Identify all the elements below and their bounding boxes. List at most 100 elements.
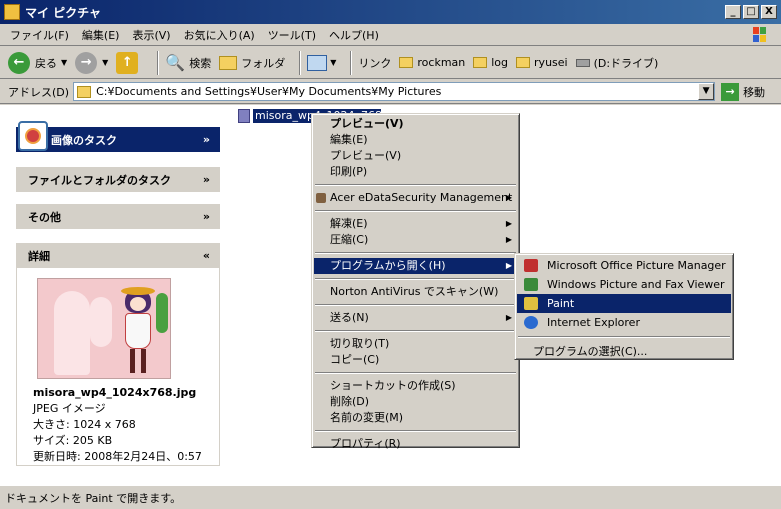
address-dropdown-button[interactable]: ▼ — [698, 83, 715, 100]
menu-help[interactable]: ヘルプ(H) — [329, 27, 379, 43]
link-ryusei[interactable]: ryusei — [516, 56, 568, 69]
search-button[interactable]: 🔍 検索 — [165, 53, 211, 72]
menu-separator — [315, 210, 516, 212]
menu-item-cut[interactable]: 切り取り(T) — [314, 336, 517, 352]
chevron-down-icon: ▼ — [61, 58, 68, 67]
toolbar-separator — [157, 50, 160, 75]
drive-icon — [575, 58, 590, 67]
paint-icon — [524, 297, 538, 310]
forward-arrow-icon: → — [75, 51, 98, 74]
menu-item-copy[interactable]: コピー(C) — [314, 352, 517, 368]
submenu-arrow-icon: ▶ — [505, 193, 512, 202]
folders-button[interactable]: フォルダ — [219, 55, 285, 71]
menu-view[interactable]: 表示(V) — [132, 27, 170, 43]
submenu-arrow-icon: ▶ — [505, 235, 512, 244]
submenu-item-choose-program[interactable]: プログラムの選択(C)... — [517, 342, 731, 361]
menu-item-create-shortcut[interactable]: ショートカットの作成(S) — [314, 378, 517, 394]
picture-manager-icon — [524, 259, 538, 272]
menu-separator — [315, 304, 516, 306]
go-arrow-icon: → — [721, 82, 740, 101]
menu-separator — [315, 372, 516, 374]
folder-icon — [219, 55, 238, 70]
menu-file[interactable]: ファイル(F) — [10, 27, 69, 43]
submenu-item-paint[interactable]: Paint — [517, 294, 731, 313]
menu-item-rename[interactable]: 名前の変更(M) — [314, 410, 517, 426]
menu-item-open-with[interactable]: プログラムから開く(H) ▶ — [314, 258, 517, 274]
status-bar: ドキュメントを Paint で開きます。 — [0, 485, 781, 509]
address-input[interactable]: C:¥Documents and Settings¥User¥My Docume… — [73, 82, 716, 101]
menu-item-properties[interactable]: プロパティ(R) — [314, 436, 517, 452]
status-text: ドキュメントを Paint で開きます。 — [5, 491, 182, 505]
minimize-button[interactable]: _ — [725, 5, 741, 19]
menu-item-extract[interactable]: 解凍(E) ▶ — [314, 216, 517, 232]
chevron-down-icon: ▼ — [330, 58, 337, 67]
details-modified: 更新日時: 2008年2月24日、0:57 — [33, 450, 202, 463]
forward-button[interactable]: → ▼ — [75, 51, 109, 74]
acer-security-icon — [316, 193, 326, 203]
menu-item-send-to[interactable]: 送る(N) ▶ — [314, 310, 517, 326]
views-button[interactable]: ▼ — [307, 54, 337, 71]
folder-icon — [399, 57, 414, 68]
chevron-down-icon: ▼ — [102, 58, 109, 67]
details-size: サイズ: 205 KB — [33, 434, 113, 447]
chevron-double-down-icon: » — [202, 173, 210, 186]
chevron-double-down-icon: » — [202, 210, 210, 223]
back-button[interactable]: ← 戻る ▼ — [8, 51, 68, 74]
menu-favorites[interactable]: お気に入り(A) — [184, 27, 255, 43]
views-icon — [307, 54, 328, 71]
menu-separator — [315, 252, 516, 254]
menu-item-acer[interactable]: Acer eDataSecurity Management ▶ — [314, 190, 517, 206]
title-bar[interactable]: マイ ピクチャ _ □ X — [0, 0, 781, 24]
menu-item-preview[interactable]: プレビュー(V) — [314, 148, 517, 164]
submenu-arrow-icon: ▶ — [505, 313, 512, 322]
submenu-arrow-icon: ▶ — [505, 219, 512, 228]
jpeg-file-icon — [238, 109, 250, 123]
menu-item-edit[interactable]: 編集(E) — [314, 132, 517, 148]
image-thumbnail — [37, 278, 171, 379]
fax-viewer-icon — [524, 278, 538, 291]
menu-edit[interactable]: 編集(E) — [82, 27, 120, 43]
other-places-header[interactable]: その他 » — [16, 204, 220, 229]
go-button[interactable]: → 移動 — [721, 82, 765, 101]
file-folder-tasks-panel: ファイルとフォルダのタスク » — [16, 167, 220, 192]
menu-separator — [315, 184, 516, 186]
details-body: misora_wp4_1024x768.jpg JPEG イメージ 大きさ: 1… — [16, 268, 220, 466]
menu-item-print[interactable]: 印刷(P) — [314, 164, 517, 180]
folder-icon — [77, 85, 92, 98]
link-rockman[interactable]: rockman — [399, 56, 465, 69]
image-tasks-panel: 画像のタスク » — [16, 121, 220, 152]
up-folder-button[interactable]: ↑ — [116, 51, 143, 74]
toolbar: ← 戻る ▼ → ▼ ↑ 🔍 検索 フォルダ ▼ リンク rockman log… — [0, 47, 781, 79]
submenu-item-fax-viewer[interactable]: Windows Picture and Fax Viewer — [517, 275, 731, 294]
context-menu: プレビュー(V) 編集(E) プレビュー(V) 印刷(P) Acer eData… — [311, 113, 520, 450]
menu-separator — [518, 336, 730, 338]
close-button[interactable]: X — [761, 5, 777, 19]
link-log[interactable]: log — [473, 56, 508, 69]
links-label: リンク — [358, 56, 392, 70]
address-bar: アドレス(D) C:¥Documents and Settings¥User¥M… — [0, 80, 781, 104]
back-arrow-icon: ← — [8, 51, 30, 74]
windows-logo-icon — [753, 27, 766, 42]
menu-item-compress[interactable]: 圧縮(C) ▶ — [314, 232, 517, 248]
menu-item-preview-default[interactable]: プレビュー(V) — [314, 116, 517, 132]
image-tasks-icon — [18, 121, 48, 151]
other-places-panel: その他 » — [16, 204, 220, 229]
maximize-button[interactable]: □ — [743, 5, 759, 19]
submenu-arrow-icon: ▶ — [505, 261, 512, 270]
menu-tools[interactable]: ツール(T) — [268, 27, 316, 43]
folder-icon — [4, 4, 20, 20]
link-d-drive[interactable]: (D:ドライブ) — [575, 55, 658, 71]
folder-icon — [516, 57, 531, 68]
menu-separator — [315, 278, 516, 280]
file-folder-tasks-header[interactable]: ファイルとフォルダのタスク » — [16, 167, 220, 192]
submenu-item-internet-explorer[interactable]: Internet Explorer — [517, 313, 731, 332]
search-icon: 🔍 — [165, 53, 186, 72]
chevron-double-down-icon: » — [202, 133, 210, 146]
open-with-submenu: Microsoft Office Picture Manager Windows… — [514, 253, 734, 360]
menu-separator — [315, 330, 516, 332]
submenu-item-picture-manager[interactable]: Microsoft Office Picture Manager — [517, 256, 731, 275]
menu-item-norton-scan[interactable]: Norton AntiVirus でスキャン(W) — [314, 284, 517, 300]
menu-bar: ファイル(F) 編集(E) 表示(V) お気に入り(A) ツール(T) ヘルプ(… — [0, 24, 781, 46]
menu-item-delete[interactable]: 削除(D) — [314, 394, 517, 410]
details-header[interactable]: 詳細 « — [16, 243, 220, 268]
